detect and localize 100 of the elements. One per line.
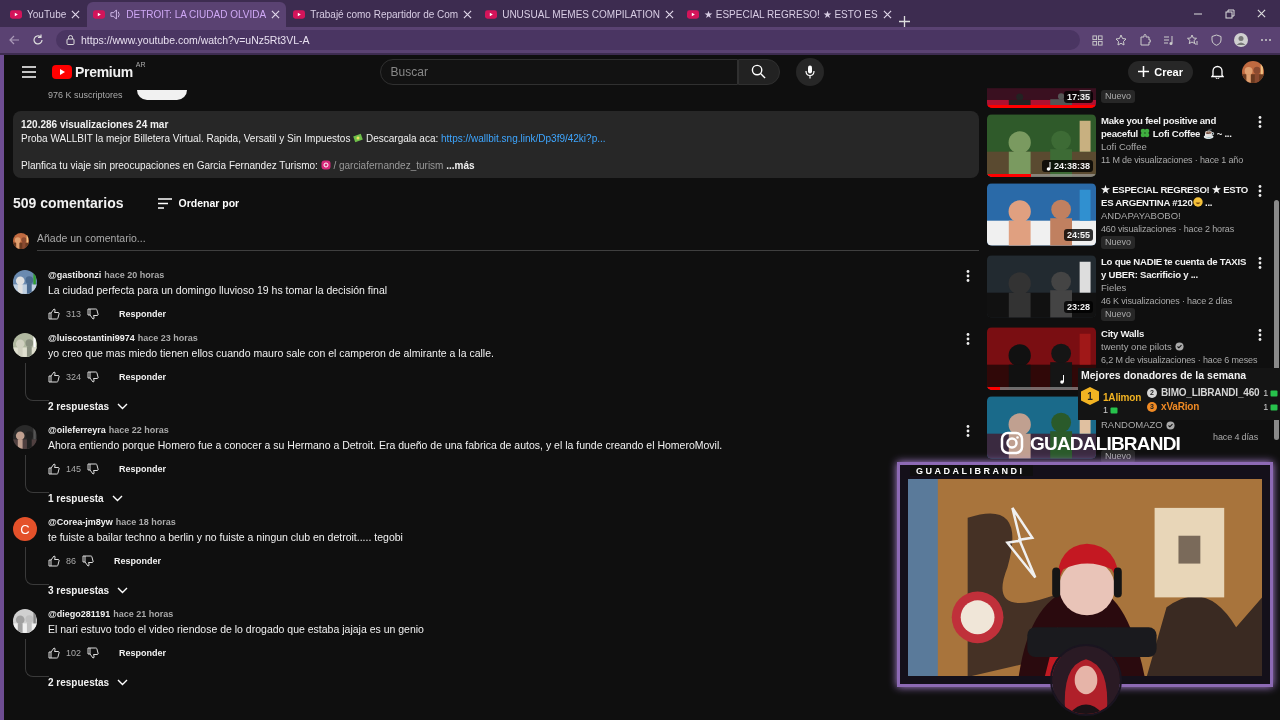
thumbs-up-icon[interactable] [48,647,60,659]
microphone-button[interactable] [795,57,824,86]
star-icon[interactable] [1115,34,1127,46]
reply-button[interactable]: Responder [105,644,175,662]
video-title[interactable]: City Walls [1101,327,1264,340]
channel-name[interactable]: RANDOMAZO [1101,419,1163,431]
chevron-down-icon [117,403,129,410]
instagram-icon [1000,431,1024,455]
description-link[interactable]: https://wallbit.sng.link/Dp3f9/42ki?p... [441,132,606,144]
sort-button[interactable]: Ordenar por [157,197,240,209]
video-duration: 17:35 [1063,91,1093,103]
puzzle-icon[interactable] [1139,34,1151,46]
replies-toggle[interactable]: 2 respuestas [48,398,129,415]
browser-tab[interactable]: DETROIT: LA CIUDAD OLVIDA [87,2,287,27]
more-icon[interactable] [1258,329,1262,341]
thread-line [25,363,49,401]
video-title[interactable]: Lo que NADIE te cuenta de TAXIS y UBER: Sacrificio y ... [1101,255,1264,281]
browser-tab[interactable]: YouTube [4,2,87,27]
new-tab-icon[interactable] [898,16,910,27]
thumbs-down-icon[interactable] [87,463,100,475]
comment-author[interactable]: @luiscostantini9974 [48,333,135,343]
gem-icon [1110,406,1118,414]
comment-author[interactable]: @diego281191 [48,609,111,619]
reply-button[interactable]: Responder [105,368,175,386]
description-box[interactable] [13,111,979,178]
reply-button[interactable]: Responder [105,460,175,478]
close-icon[interactable] [271,10,281,19]
channel-name[interactable]: twenty one pilots [1101,340,1172,354]
reload-icon[interactable] [32,34,44,46]
donor-name: BIMO_LIBRANDI_460 [1161,387,1260,398]
play-logo-icon [687,10,699,19]
thumbs-down-icon[interactable] [87,647,100,659]
create-button[interactable]: Crear [1128,60,1193,83]
instagram-icon [320,160,331,170]
comment-time[interactable]: hace 21 horas [113,609,174,619]
description-text: Planfica tu viaje sin preocupaciones en Garcia Fernandez Turismo: / garciafernandez_turism ...más [21,159,476,173]
thumbs-down-icon[interactable] [87,308,100,320]
more-icon[interactable] [1258,185,1262,197]
close-icon[interactable] [882,10,892,19]
thumbs-down-icon[interactable] [87,371,100,383]
replies-toggle[interactable]: 1 respuesta [48,490,123,507]
comment-text: La ciudad perfecta para un domingo lluvioso 19 hs tomar la decisión final [48,284,389,296]
music-list-icon[interactable] [1163,34,1175,46]
search-button[interactable] [737,58,780,85]
more-link[interactable]: ...más [443,160,475,171]
subscribe-button[interactable] [136,90,187,100]
thumbs-down-icon[interactable] [82,555,94,567]
rank-medal: 1 [1081,387,1099,405]
search-icon [751,64,767,79]
bell-icon[interactable] [1211,64,1224,79]
comment-author[interactable]: @oileferreyra [48,425,106,435]
profile-icon[interactable] [1234,33,1248,47]
comment-field[interactable]: Añade un comentario... [37,230,979,251]
channel-name[interactable]: Fieles [1101,281,1127,295]
comment-time[interactable]: hace 18 horas [115,517,176,527]
comment-time[interactable]: hace 20 horas [104,270,165,280]
search-field[interactable]: Buscar [379,58,738,85]
thumbs-up-icon[interactable] [48,308,60,320]
browser-tab[interactable]: ★ ESPECIAL REGRESO! ★ ESTO ES [681,2,898,27]
channel-name[interactable]: Lofi Coffee [1101,140,1147,154]
close-icon[interactable] [71,10,81,19]
comment-time[interactable]: hace 23 horas [137,333,198,343]
more-icon[interactable] [1258,116,1262,128]
replies-toggle[interactable]: 3 respuestas [48,582,129,599]
like-count: 86 [66,556,76,566]
reply-button[interactable]: Responder [105,305,175,323]
back-icon[interactable] [8,34,20,46]
close-icon[interactable] [463,10,473,19]
avatar[interactable]: C [13,517,37,541]
comment-time[interactable]: hace 22 horas [108,425,169,435]
thumbs-up-icon[interactable] [48,371,60,383]
more-icon[interactable] [966,425,970,437]
new-badge: Nuevo [1101,236,1135,249]
logo-text[interactable]: Premium [75,63,133,80]
replies-toggle[interactable]: 2 respuestas [48,674,129,691]
channel-name[interactable]: ANDAPAYABOBO! [1101,209,1181,223]
address-bar[interactable]: https://www.youtube.com/watch?v=uNz5Rt3VL-A [56,30,1080,50]
browser-tab[interactable]: Trabajé como Repartidor de Com [287,2,479,27]
thumbs-up-icon[interactable] [48,555,60,567]
more-icon[interactable] [966,270,970,282]
thumbs-up-icon[interactable] [48,463,60,475]
comment-author[interactable]: @Corea-jm8yw [48,517,113,527]
video-stats: 460 visualizaciones · hace 2 horas [1101,222,1235,236]
restore-icon[interactable] [1225,8,1235,19]
favorites-icon[interactable] [1187,34,1199,46]
more-icon[interactable] [1258,257,1262,269]
video-title[interactable]: ★ ESPECIAL REGRESO! ★ ESTO ES ARGENTINA #120 ... [1101,183,1264,209]
video-title[interactable]: Make you feel positive and peaceful Lofi Coffee ☕ ~ ... [1101,114,1264,140]
menu-icon[interactable] [22,65,36,78]
thread-line [25,455,49,493]
close-icon[interactable] [1257,8,1266,18]
shield-icon[interactable] [1211,34,1222,46]
video-stats: 11 M de visualizaciones · hace 1 año [1101,153,1245,167]
close-icon[interactable] [665,10,674,19]
comment-author[interactable]: @gastibonzi [48,270,102,280]
grid-icon[interactable] [1092,34,1103,46]
speaker-icon[interactable] [110,9,122,20]
reply-button[interactable]: Responder [100,552,170,570]
browser-tab[interactable]: UNUSUAL MEMES COMPILATION [479,2,680,27]
more-icon[interactable] [966,333,970,345]
